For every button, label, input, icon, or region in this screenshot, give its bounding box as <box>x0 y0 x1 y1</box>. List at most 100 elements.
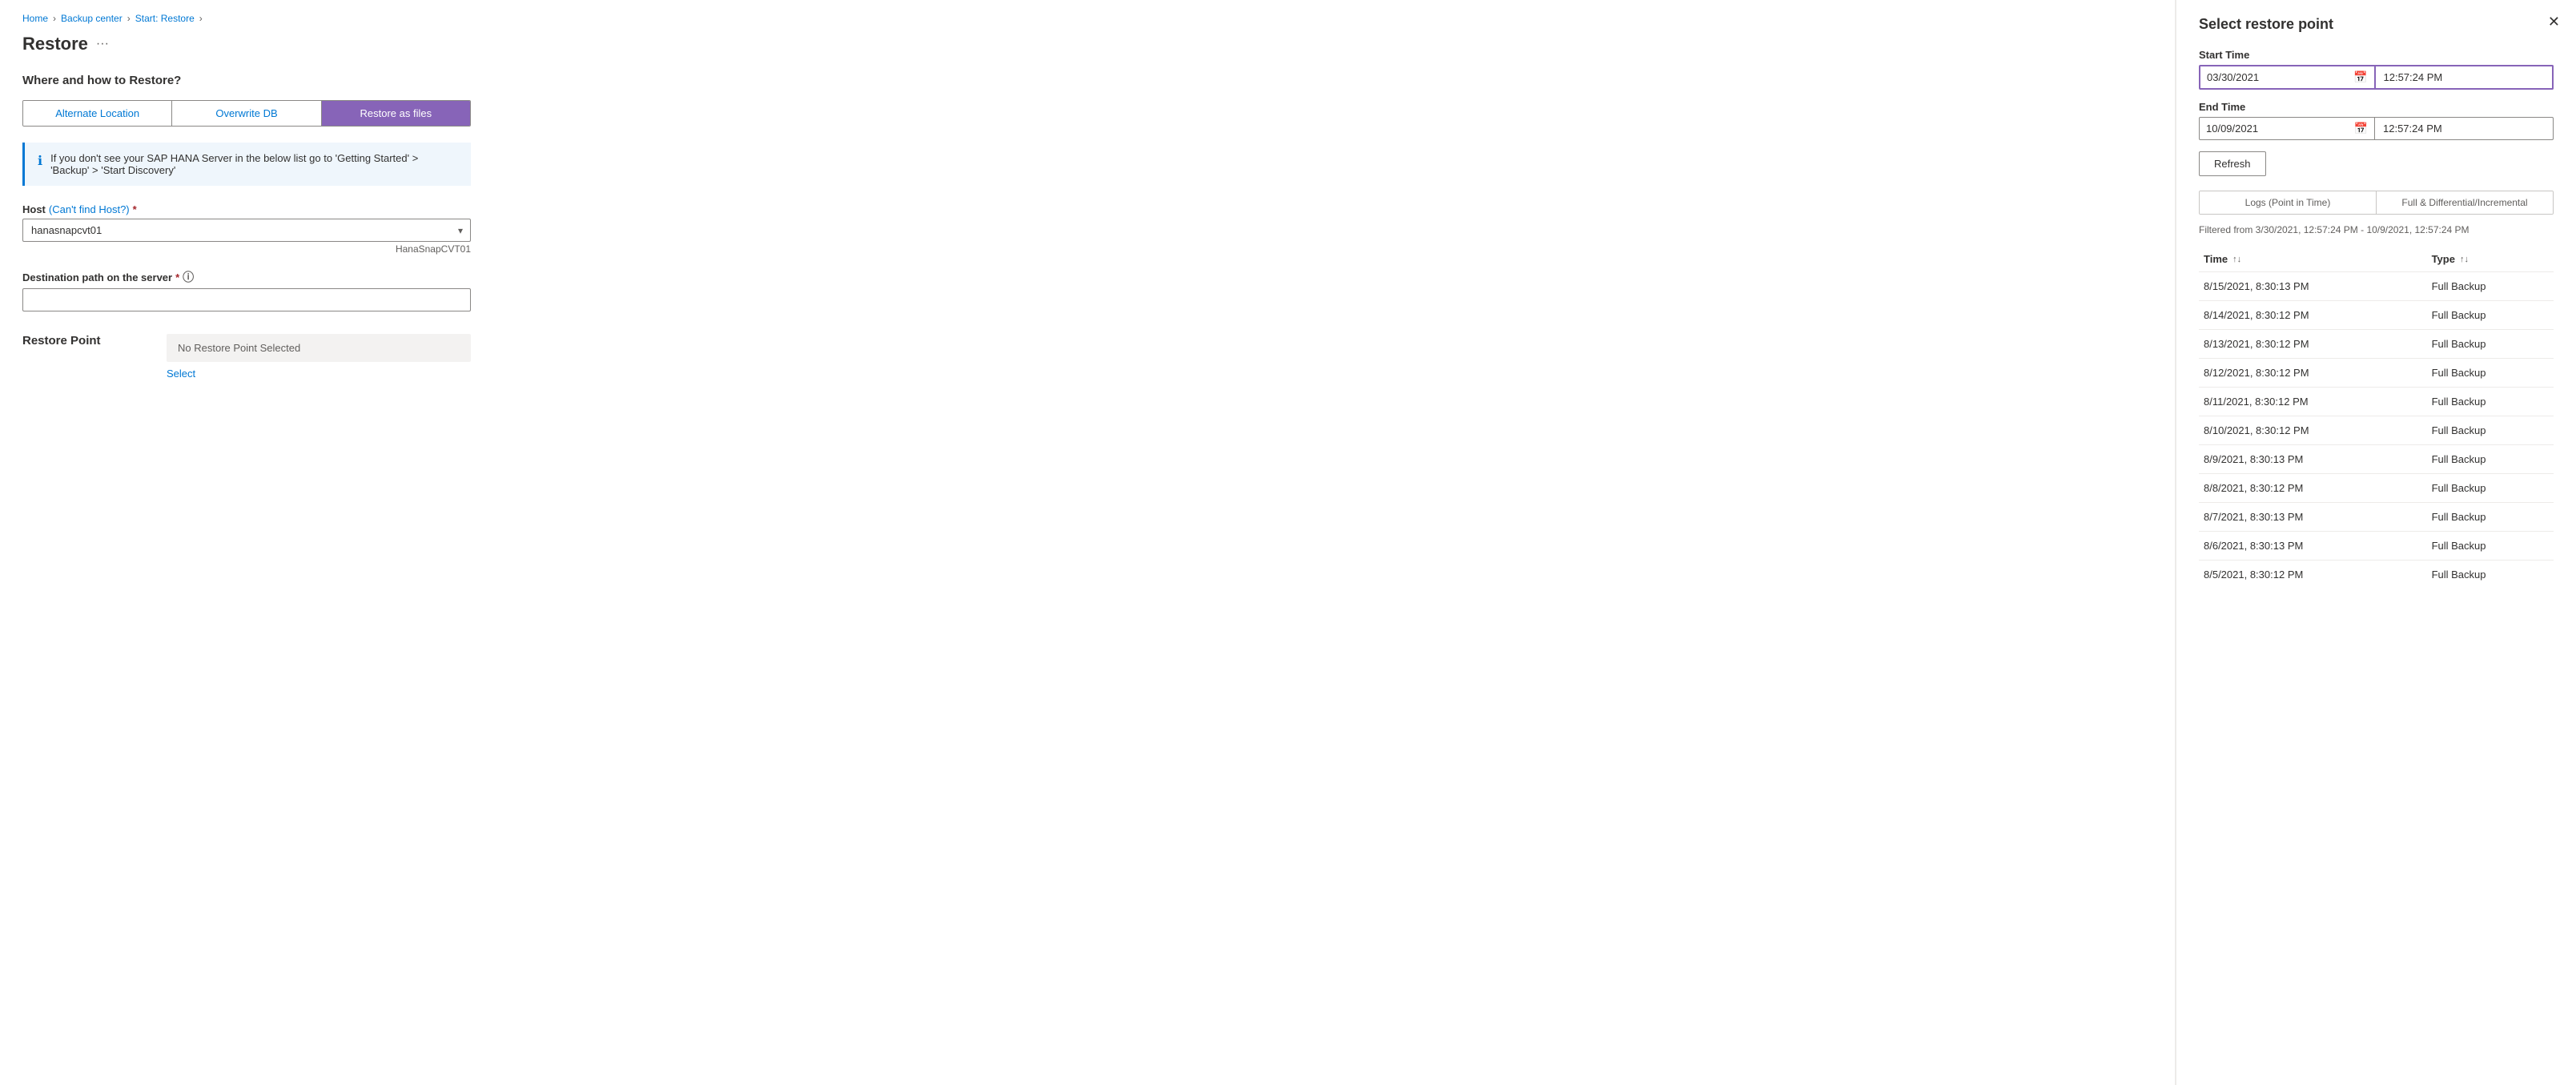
table-row[interactable]: 8/11/2021, 8:30:12 PMFull Backup <box>2199 388 2554 416</box>
row-type: Full Backup <box>2427 359 2554 388</box>
row-time: 8/12/2021, 8:30:12 PM <box>2199 359 2427 388</box>
restore-type-tabs: Alternate Location Overwrite DB Restore … <box>22 100 471 127</box>
table-row[interactable]: 8/5/2021, 8:30:12 PMFull Backup <box>2199 561 2554 589</box>
row-type: Full Backup <box>2427 561 2554 589</box>
breadcrumb-start-restore[interactable]: Start: Restore <box>135 13 195 24</box>
destination-input[interactable] <box>22 288 471 311</box>
row-type: Full Backup <box>2427 532 2554 561</box>
row-type: Full Backup <box>2427 272 2554 301</box>
row-type: Full Backup <box>2427 330 2554 359</box>
tab-overwrite-db[interactable]: Overwrite DB <box>172 101 321 126</box>
page-title-ellipsis[interactable]: ··· <box>96 37 109 51</box>
start-time-row: 📅 <box>2199 65 2554 90</box>
toggle-full-btn[interactable]: Full & Differential/Incremental <box>2377 191 2553 214</box>
start-time-wrapper[interactable] <box>2376 65 2554 90</box>
restore-point-placeholder: No Restore Point Selected <box>167 334 471 362</box>
host-label: Host (Can't find Host?) * <box>22 203 471 215</box>
breadcrumb-backup-center[interactable]: Backup center <box>61 13 123 24</box>
row-type: Full Backup <box>2427 503 2554 532</box>
tab-restore-as-files[interactable]: Restore as files <box>322 101 470 126</box>
row-time: 8/14/2021, 8:30:12 PM <box>2199 301 2427 330</box>
row-time: 8/7/2021, 8:30:13 PM <box>2199 503 2427 532</box>
section-heading: Where and how to Restore? <box>22 74 2152 87</box>
row-time: 8/11/2021, 8:30:12 PM <box>2199 388 2427 416</box>
row-type: Full Backup <box>2427 474 2554 503</box>
row-time: 8/15/2021, 8:30:13 PM <box>2199 272 2427 301</box>
table-row[interactable]: 8/14/2021, 8:30:12 PMFull Backup <box>2199 301 2554 330</box>
row-time: 8/8/2021, 8:30:12 PM <box>2199 474 2427 503</box>
destination-field-group: Destination path on the server * ⓘ <box>22 269 471 311</box>
toggle-logs-btn[interactable]: Logs (Point in Time) <box>2200 191 2377 214</box>
left-panel: Home › Backup center › Start: Restore › … <box>0 0 2176 1085</box>
refresh-button[interactable]: Refresh <box>2199 151 2266 176</box>
right-panel: ✕ Select restore point Start Time 📅 End … <box>2176 0 2576 1085</box>
row-type: Full Backup <box>2427 301 2554 330</box>
table-row[interactable]: 8/9/2021, 8:30:13 PMFull Backup <box>2199 445 2554 474</box>
page-title-area: Restore ··· <box>22 34 2152 54</box>
host-hint: HanaSnapCVT01 <box>22 243 471 255</box>
filter-text: Filtered from 3/30/2021, 12:57:24 PM - 1… <box>2199 224 2554 235</box>
view-toggle-group: Logs (Point in Time) Full & Differential… <box>2199 191 2554 215</box>
breadcrumb-sep2: › <box>127 13 131 24</box>
end-time-wrapper[interactable] <box>2375 117 2554 140</box>
cant-find-host-link[interactable]: (Can't find Host?) <box>49 203 130 215</box>
info-icon: ℹ <box>38 153 42 169</box>
end-date-calendar-icon[interactable]: 📅 <box>2354 122 2368 135</box>
row-time: 8/5/2021, 8:30:12 PM <box>2199 561 2427 589</box>
row-type: Full Backup <box>2427 416 2554 445</box>
start-date-calendar-icon[interactable]: 📅 <box>2353 70 2367 84</box>
table-row[interactable]: 8/10/2021, 8:30:12 PMFull Backup <box>2199 416 2554 445</box>
type-sort-icon[interactable]: ↑↓ <box>2460 255 2469 264</box>
tab-alternate-location[interactable]: Alternate Location <box>23 101 172 126</box>
table-row[interactable]: 8/7/2021, 8:30:13 PMFull Backup <box>2199 503 2554 532</box>
time-sort-icon[interactable]: ↑↓ <box>2232 255 2241 264</box>
host-required-indicator: * <box>133 203 137 215</box>
col-header-time[interactable]: Time ↑↓ <box>2199 247 2427 272</box>
table-row[interactable]: 8/6/2021, 8:30:13 PMFull Backup <box>2199 532 2554 561</box>
info-box: ℹ If you don't see your SAP HANA Server … <box>22 143 471 186</box>
end-date-input[interactable] <box>2206 123 2351 135</box>
host-select[interactable]: hanasnapcvt01 <box>22 219 471 242</box>
host-select-wrapper: hanasnapcvt01 ▾ <box>22 219 471 242</box>
destination-label: Destination path on the server * ⓘ <box>22 269 471 285</box>
end-time-group: End Time 📅 <box>2199 101 2554 140</box>
start-time-label: Start Time <box>2199 49 2554 61</box>
close-button[interactable]: ✕ <box>2548 14 2560 29</box>
breadcrumb-sep3: › <box>199 13 203 24</box>
destination-required-indicator: * <box>175 271 179 283</box>
row-time: 8/9/2021, 8:30:13 PM <box>2199 445 2427 474</box>
table-row[interactable]: 8/12/2021, 8:30:12 PMFull Backup <box>2199 359 2554 388</box>
start-date-input[interactable] <box>2207 71 2350 83</box>
breadcrumb-sep1: › <box>53 13 56 24</box>
restore-point-section: Restore Point No Restore Point Selected … <box>22 334 471 380</box>
host-field-group: Host (Can't find Host?) * hanasnapcvt01 … <box>22 203 471 255</box>
row-type: Full Backup <box>2427 445 2554 474</box>
row-time: 8/10/2021, 8:30:12 PM <box>2199 416 2427 445</box>
destination-label-text: Destination path on the server <box>22 271 172 283</box>
panel-title: Select restore point <box>2199 16 2554 33</box>
table-row[interactable]: 8/13/2021, 8:30:12 PMFull Backup <box>2199 330 2554 359</box>
col-header-type[interactable]: Type ↑↓ <box>2427 247 2554 272</box>
start-time-group: Start Time 📅 <box>2199 49 2554 90</box>
end-time-label: End Time <box>2199 101 2554 113</box>
breadcrumb: Home › Backup center › Start: Restore › <box>22 13 2152 24</box>
restore-point-row: Restore Point No Restore Point Selected … <box>22 334 471 380</box>
restore-point-value: No Restore Point Selected Select <box>167 334 471 380</box>
destination-info-icon: ⓘ <box>183 269 194 285</box>
start-time-input[interactable] <box>2384 71 2545 83</box>
end-time-input[interactable] <box>2383 123 2545 135</box>
info-text: If you don't see your SAP HANA Server in… <box>50 152 458 176</box>
row-time: 8/6/2021, 8:30:13 PM <box>2199 532 2427 561</box>
end-time-row: 📅 <box>2199 117 2554 140</box>
page-title: Restore <box>22 34 88 54</box>
restore-points-table: Time ↑↓ Type ↑↓ 8/15/2021, 8:30:13 PMFul… <box>2199 247 2554 589</box>
breadcrumb-home[interactable]: Home <box>22 13 48 24</box>
start-date-wrapper[interactable]: 📅 <box>2199 65 2376 90</box>
end-date-wrapper[interactable]: 📅 <box>2199 117 2375 140</box>
restore-point-label: Restore Point <box>22 334 151 348</box>
select-restore-point-link[interactable]: Select <box>167 368 195 380</box>
table-row[interactable]: 8/8/2021, 8:30:12 PMFull Backup <box>2199 474 2554 503</box>
table-row[interactable]: 8/15/2021, 8:30:13 PMFull Backup <box>2199 272 2554 301</box>
row-type: Full Backup <box>2427 388 2554 416</box>
host-label-text: Host <box>22 203 46 215</box>
